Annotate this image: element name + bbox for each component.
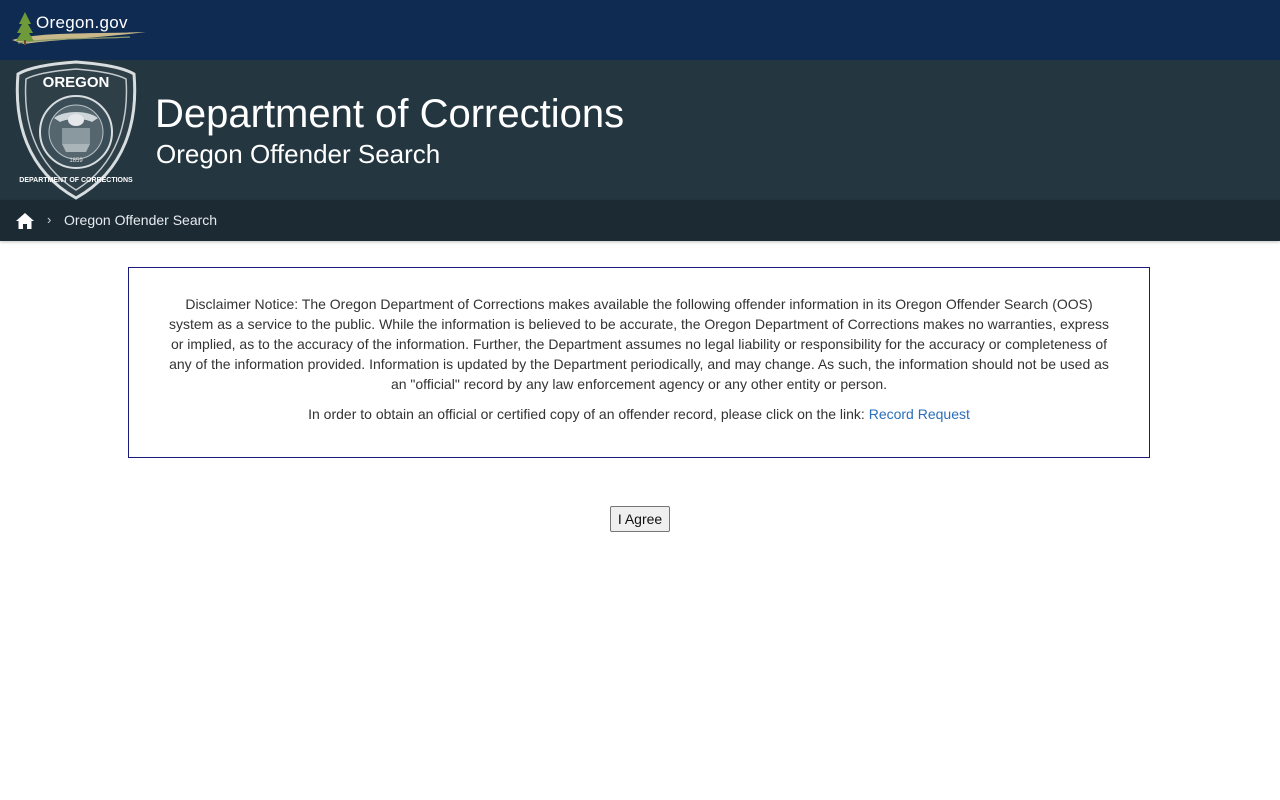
- disclaimer-text: Disclaimer Notice: The Oregon Department…: [169, 296, 1109, 392]
- breadcrumb-home-link[interactable]: [15, 212, 35, 230]
- chevron-right-icon: ›: [47, 212, 52, 227]
- seal-top-text: OREGON: [43, 74, 110, 91]
- i-agree-button[interactable]: I Agree: [610, 506, 670, 532]
- record-request-text: In order to obtain an official or certif…: [308, 406, 865, 422]
- disclaimer-box: Disclaimer Notice: The Oregon Department…: [128, 267, 1150, 458]
- record-request-link[interactable]: Record Request: [869, 406, 970, 422]
- doc-seal-icon: OREGON 1859 DEPARTMENT OF CORRECTIONS: [15, 60, 137, 200]
- breadcrumb: › Oregon Offender Search: [0, 200, 1280, 241]
- home-icon: [16, 213, 34, 229]
- record-request-line: In order to obtain an official or certif…: [169, 404, 1109, 424]
- page-subtitle: Oregon Offender Search: [156, 139, 441, 169]
- oregon-gov-text: Oregon.gov: [36, 13, 128, 32]
- seal-ring-text: DEPARTMENT OF CORRECTIONS: [19, 177, 133, 184]
- page-title: Department of Corrections: [155, 92, 625, 136]
- breadcrumb-current: Oregon Offender Search: [64, 212, 218, 228]
- site-header: OREGON 1859 DEPARTMENT OF CORRECTIONS De…: [0, 60, 1280, 200]
- seal-year: 1859: [69, 158, 83, 164]
- oregon-gov-logo[interactable]: Oregon.gov: [10, 8, 150, 50]
- oregon-gov-bar: Oregon.gov: [0, 0, 1280, 60]
